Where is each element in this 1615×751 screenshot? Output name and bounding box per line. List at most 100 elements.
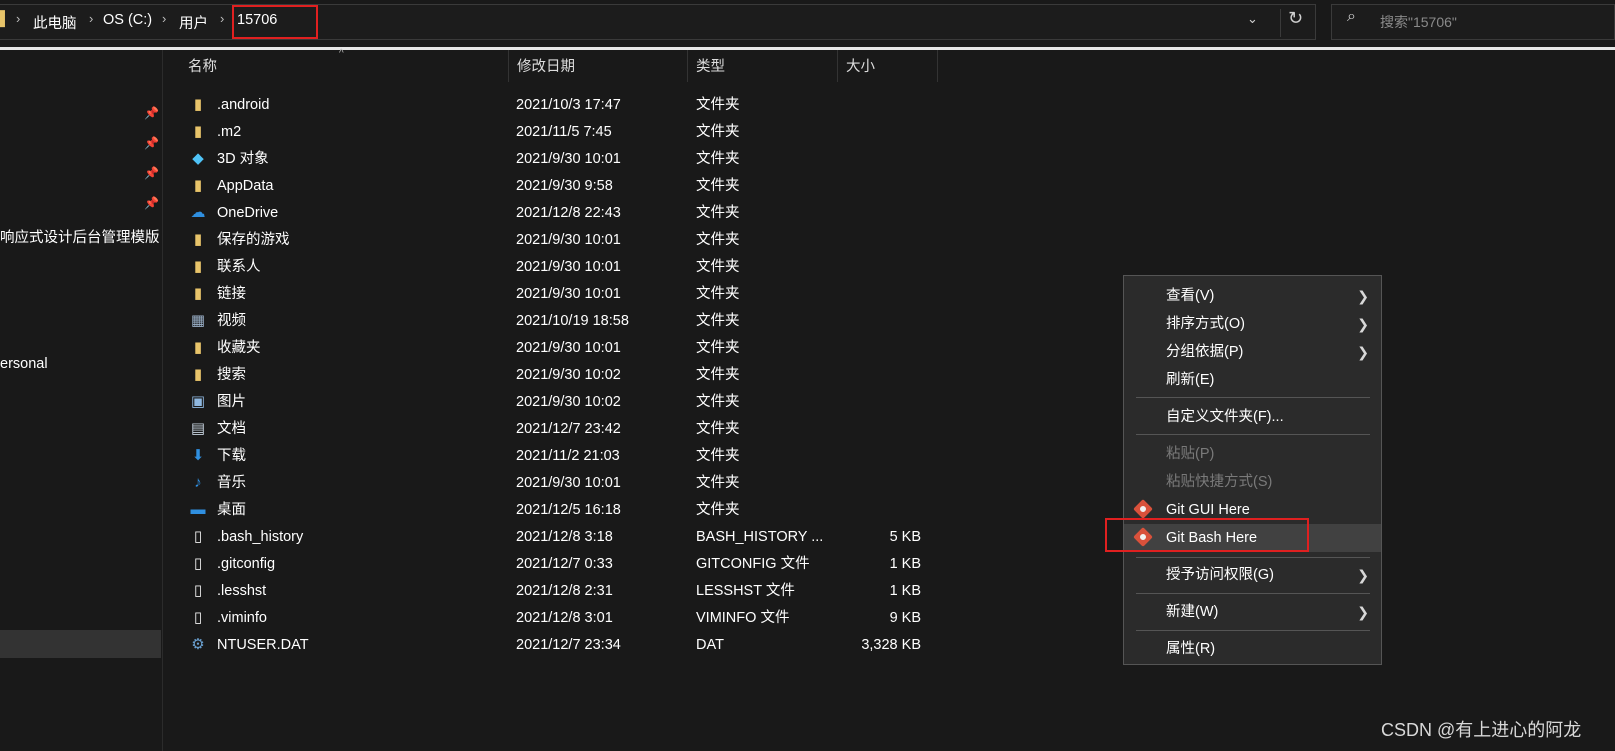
file-row[interactable]: ⬇ 下载 2021/11/2 21:03 文件夹 [163,443,923,470]
column-header-name[interactable]: 名称 [180,50,509,82]
menu-separator [1136,593,1370,594]
file-row[interactable]: ▦ 视频 2021/10/19 18:58 文件夹 [163,308,923,335]
file-name: 图片 [217,394,246,410]
file-type: 文件夹 [696,502,740,518]
file-icon: ▯ [193,555,203,572]
file-size [843,308,921,335]
menu-item-group-by[interactable]: 分组依据(P) ❯ [1124,338,1381,366]
file-size [843,146,921,173]
file-type: 文件夹 [696,340,740,356]
file-type: 文件夹 [696,394,740,410]
file-row[interactable]: ▮ 搜索 2021/9/30 10:02 文件夹 [163,362,923,389]
file-row[interactable]: ▮ 保存的游戏 2021/9/30 10:01 文件夹 [163,227,923,254]
pin-icon[interactable]: 📌 [144,106,159,120]
file-size [843,443,921,470]
column-header-type[interactable]: 类型 [688,50,838,82]
file-type: 文件夹 [696,259,740,275]
breadcrumb-drive-c[interactable]: OS (C:) [103,12,152,28]
menu-item-view[interactable]: 查看(V) ❯ [1124,282,1381,310]
file-type: GITCONFIG 文件 [696,556,810,572]
menu-item-label: 查看(V) [1166,288,1215,304]
search-input[interactable] [1331,4,1615,40]
nav-item[interactable]: 响应式设计后台管理模版 [0,226,160,247]
menu-item-label: 粘贴快捷方式(S) [1166,474,1273,490]
folder-icon: ▮ [193,177,203,194]
git-icon [1133,499,1153,519]
file-row[interactable]: ▣ 图片 2021/9/30 10:02 文件夹 [163,389,923,416]
file-size [843,416,921,443]
file-type: 文件夹 [696,178,740,194]
file-icon: ▯ [193,582,203,599]
file-date: 2021/9/30 10:02 [516,394,621,410]
saved-games-icon: ▮ [193,231,203,248]
file-row[interactable]: ▮ 链接 2021/9/30 10:01 文件夹 [163,281,923,308]
menu-item-label: 自定义文件夹(F)... [1166,409,1284,425]
context-menu: 查看(V) ❯ 排序方式(O) ❯ 分组依据(P) ❯ 刷新(E) 自定义文件夹(F)… [1123,275,1382,665]
breadcrumb-users[interactable]: 用户 [179,12,208,33]
file-type: 文件夹 [696,313,740,329]
file-row[interactable]: ▮ AppData 2021/9/30 9:58 文件夹 [163,173,923,200]
pin-icon[interactable]: 📌 [144,136,159,150]
file-type: 文件夹 [696,97,740,113]
file-row[interactable]: ▮ .android 2021/10/3 17:47 文件夹 [163,92,923,119]
file-date: 2021/9/30 10:01 [516,340,621,356]
file-type: 文件夹 [696,448,740,464]
file-row[interactable]: ⚙ NTUSER.DAT 2021/12/7 23:34 DAT 3,328 KB [163,632,923,659]
system-file-icon: ⚙ [191,636,205,653]
chevron-right-icon: › [162,11,167,26]
pin-icon[interactable]: 📌 [144,196,159,210]
folder-icon: ▮ [193,96,203,113]
chevron-right-icon: ❯ [1357,604,1369,620]
pictures-icon: ▣ [190,393,206,410]
file-date: 2021/9/30 10:02 [516,367,621,383]
file-size: 9 KB [889,610,921,626]
file-name: .bash_history [217,529,304,545]
file-row[interactable]: ▬ 桌面 2021/12/5 16:18 文件夹 [163,497,923,524]
file-row[interactable]: ◆ 3D 对象 2021/9/30 10:01 文件夹 [163,146,923,173]
file-type: VIMINFO 文件 [696,610,790,626]
chevron-right-icon: ❯ [1357,288,1369,304]
chevron-down-icon[interactable]: ⌄ [1247,11,1258,27]
file-name: .android [217,97,270,113]
file-type: 文件夹 [696,367,740,383]
file-row[interactable]: ▯ .gitconfig 2021/12/7 0:33 GITCONFIG 文件 1 K… [163,551,923,578]
onedrive-icon: ☁ [190,204,206,221]
file-row[interactable]: ▮ 收藏夹 2021/9/30 10:01 文件夹 [163,335,923,362]
column-header-size[interactable]: 大小 [838,50,938,82]
search-placeholder: 搜索"15706" [1380,14,1457,30]
file-row[interactable]: ▤ 文档 2021/12/7 23:42 文件夹 [163,416,923,443]
file-name: .gitconfig [217,556,276,572]
chevron-right-icon: ❯ [1357,316,1369,332]
nav-item-selected[interactable] [0,630,161,658]
menu-item-refresh[interactable]: 刷新(E) [1124,366,1381,394]
file-name: AppData [217,178,274,194]
divider [1280,9,1281,37]
file-row[interactable]: ☁ OneDrive 2021/12/8 22:43 文件夹 [163,200,923,227]
column-header-date[interactable]: 修改日期 [509,50,688,82]
file-row[interactable]: ▯ .bash_history 2021/12/8 3:18 BASH_HISTORY… [163,524,923,551]
refresh-icon[interactable]: ↻ [1288,8,1303,29]
menu-item-label: 分组依据(P) [1166,344,1244,360]
file-icon: ▯ [193,609,203,626]
file-row[interactable]: ▮ .m2 2021/11/5 7:45 文件夹 [163,119,923,146]
file-row[interactable]: ▯ .viminfo 2021/12/8 3:01 VIMINFO 文件 9 KB [163,605,923,632]
menu-item-customize-folder[interactable]: 自定义文件夹(F)... [1124,403,1381,431]
nav-item[interactable]: ersonal [0,356,48,372]
folder-icon: ▌ [0,10,10,26]
file-name: 保存的游戏 [217,232,290,248]
pin-icon[interactable]: 📌 [144,166,159,180]
menu-item-sort-by[interactable]: 排序方式(O) ❯ [1124,310,1381,338]
file-type: 文件夹 [696,205,740,221]
highlight-box [232,5,318,39]
file-date: 2021/9/30 10:01 [516,259,621,275]
menu-item-give-access[interactable]: 授予访问权限(G) ❯ [1124,561,1381,589]
menu-separator [1136,557,1370,558]
menu-item-properties[interactable]: 属性(R) [1124,635,1381,663]
breadcrumb-this-pc[interactable]: 此电脑 [33,12,77,33]
file-size: 1 KB [889,583,921,599]
menu-item-new[interactable]: 新建(W) ❯ [1124,598,1381,626]
chevron-right-icon: › [16,11,21,26]
file-row[interactable]: ▯ .lesshst 2021/12/8 2:31 LESSHST 文件 1 KB [163,578,923,605]
file-row[interactable]: ▮ 联系人 2021/9/30 10:01 文件夹 [163,254,923,281]
file-row[interactable]: ♪ 音乐 2021/9/30 10:01 文件夹 [163,470,923,497]
